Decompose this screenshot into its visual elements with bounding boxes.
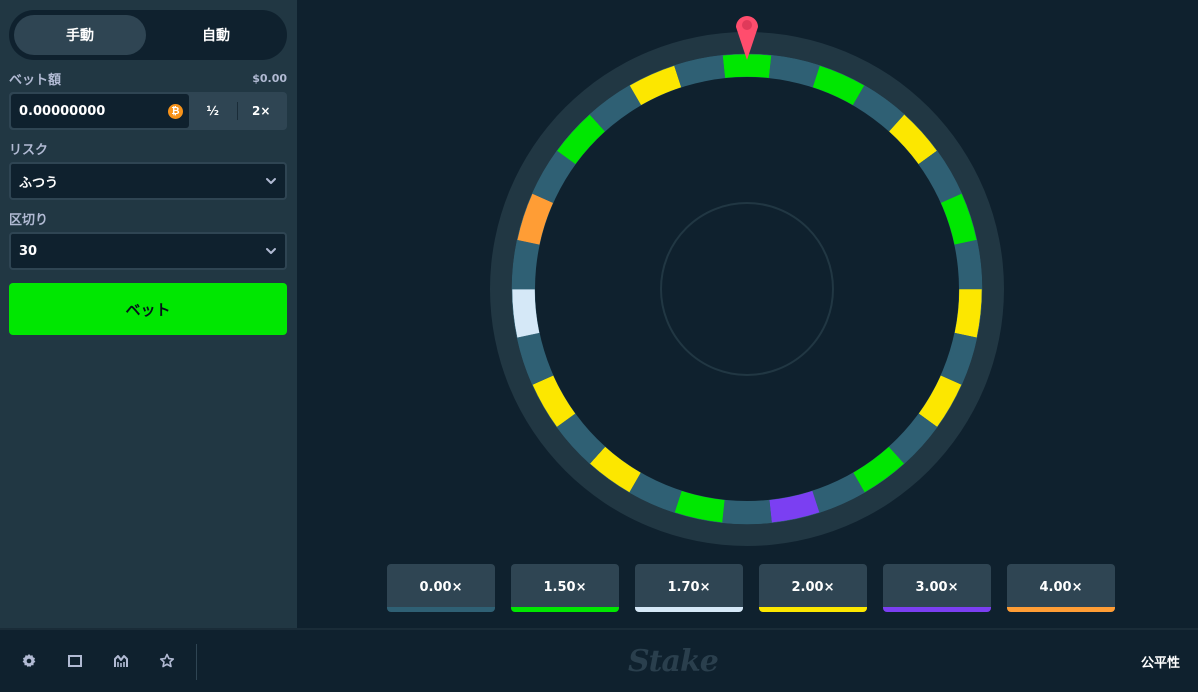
risk-label: リスク — [9, 142, 49, 158]
multiplier-chip: 4.00× — [1007, 564, 1115, 612]
favorite-icon[interactable] — [156, 650, 178, 672]
risk-label-row: リスク — [9, 140, 287, 158]
double-bet-button[interactable]: 2× — [238, 94, 286, 128]
wheel — [490, 16, 1004, 546]
bet-amount-input[interactable] — [19, 103, 168, 119]
stats-icon[interactable] — [110, 650, 132, 672]
auto-mode-tab[interactable]: 自動 — [150, 15, 282, 55]
bet-amount-label: ベット額 — [9, 72, 62, 88]
theatre-mode-icon[interactable] — [64, 650, 86, 672]
wheel-segment — [722, 499, 772, 525]
game-area: 0.00× 1.50× 1.70× 2.00× 3.00× 4.00× — [297, 0, 1198, 628]
manual-mode-tab[interactable]: 手動 — [14, 15, 146, 55]
footer-icons — [18, 630, 178, 692]
bet-button[interactable]: ベット — [9, 283, 287, 335]
bet-amount-row: ₿ ½ 2× — [9, 92, 287, 130]
multiplier-chip: 1.70× — [635, 564, 743, 612]
settings-icon[interactable] — [18, 650, 40, 672]
multiplier-chip: 1.50× — [511, 564, 619, 612]
bet-amount-label-row: ベット額 $0.00 — [9, 70, 287, 88]
bitcoin-icon: ₿ — [168, 103, 183, 119]
half-bet-button[interactable]: ½ — [189, 94, 237, 128]
chevron-down-icon — [266, 178, 276, 184]
segments-label: 区切り — [9, 212, 49, 228]
chevron-down-icon — [266, 248, 276, 254]
wheel-inner — [535, 77, 959, 501]
footer-divider — [196, 644, 197, 680]
mode-toggle: 手動 自動 — [9, 10, 287, 60]
multiplier-legend: 0.00× 1.50× 1.70× 2.00× 3.00× 4.00× — [387, 564, 1115, 612]
bet-amount-field: ₿ — [11, 94, 189, 128]
multiplier-chip: 2.00× — [759, 564, 867, 612]
multiplier-chip: 0.00× — [387, 564, 495, 612]
segments-label-row: 区切り — [9, 210, 287, 228]
multiplier-chip: 3.00× — [883, 564, 991, 612]
bet-amount-usd: $0.00 — [252, 71, 287, 85]
footer-bar: Stake 公平性 — [0, 628, 1198, 692]
fairness-link[interactable]: 公平性 — [1141, 630, 1180, 692]
risk-value: ふつう — [19, 175, 59, 191]
segments-select[interactable]: 30 — [9, 232, 287, 270]
bet-sidebar: 手動 自動 ベット額 $0.00 ₿ ½ 2× リスク ふつう 区切り 30 ベ… — [0, 0, 297, 628]
stake-logo: Stake — [628, 644, 719, 679]
segments-value: 30 — [19, 243, 38, 259]
risk-select[interactable]: ふつう — [9, 162, 287, 200]
